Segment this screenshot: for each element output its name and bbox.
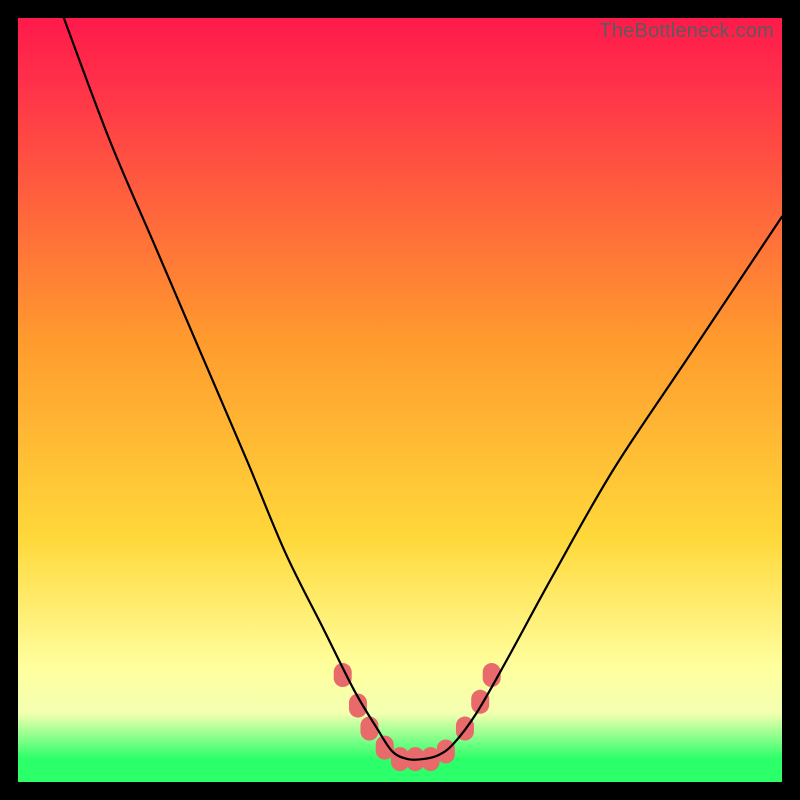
curve-layer — [18, 18, 782, 782]
chart-frame: TheBottleneck.com — [0, 0, 800, 800]
marker-blob — [360, 717, 378, 741]
marker-blobs — [334, 663, 501, 771]
plot-area: TheBottleneck.com — [18, 18, 782, 782]
bottleneck-curve — [64, 18, 782, 760]
marker-blob — [471, 690, 489, 714]
